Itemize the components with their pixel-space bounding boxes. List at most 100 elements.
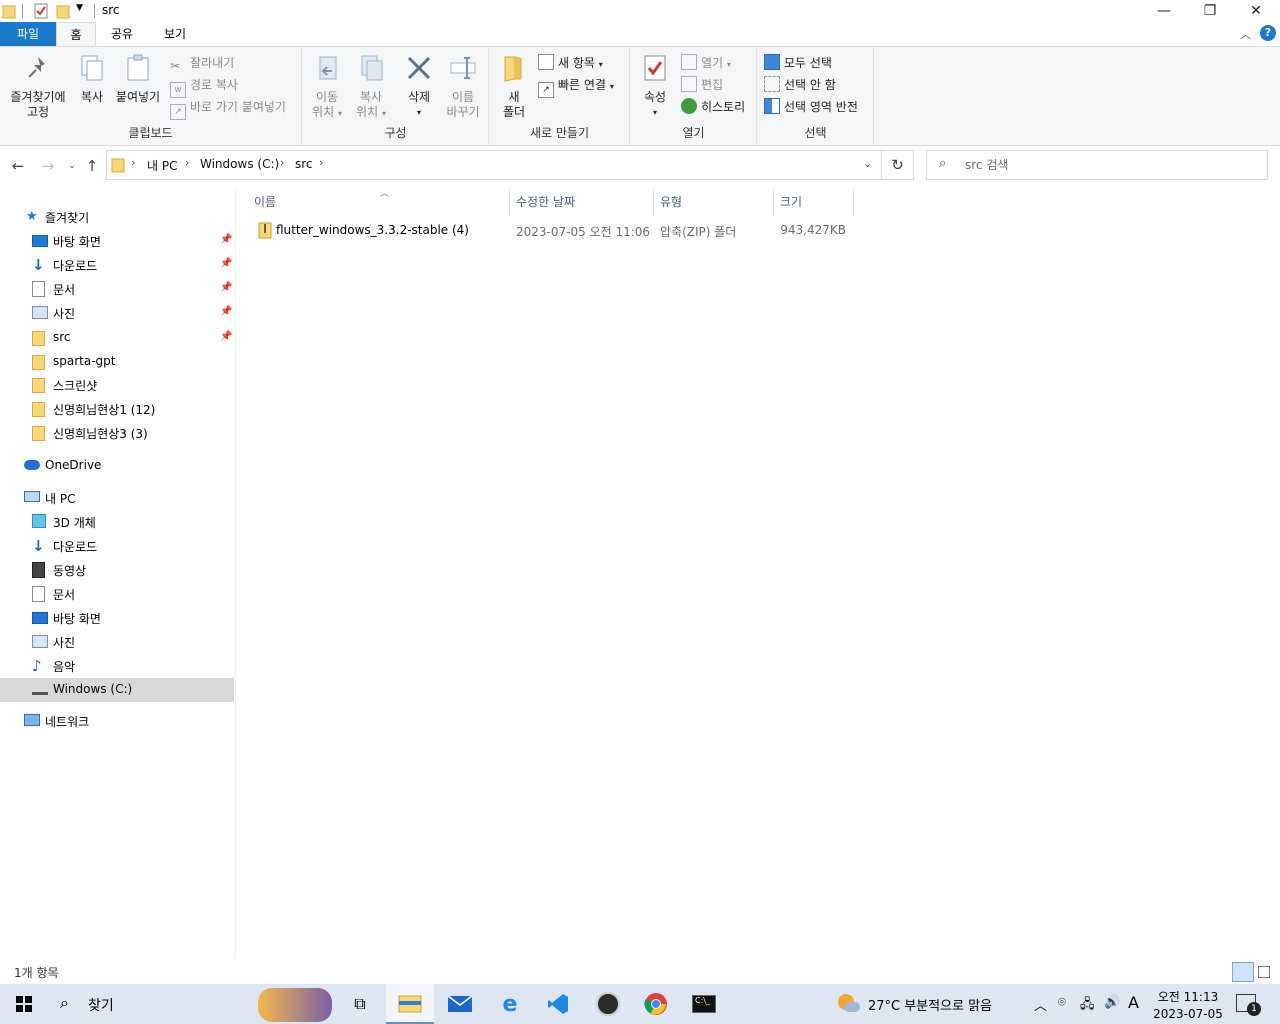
column-header-size[interactable]: 크기 [774,190,854,216]
properties-button[interactable]: 속성 ▾ [637,53,673,120]
ime-indicator[interactable]: A [1128,993,1139,1012]
ribbon-collapse-icon[interactable]: ︿ [1240,26,1251,42]
nav.quick_items-item[interactable]: 사진 📌 [0,301,234,325]
start-button[interactable] [0,984,48,1024]
history-button[interactable]: 히스토리 [681,97,745,117]
nav.pc_items-item[interactable]: ↓ 다운로드 [0,534,234,558]
copy-to-button[interactable]: 복사 위치 ▾ [351,53,391,121]
taskbar-search-box[interactable]: ⌕ 찾기 [48,984,334,1024]
nav.quick_items-item[interactable]: sparta-gpt [0,350,234,374]
select-none-button[interactable]: 선택 안 함 [764,75,836,95]
breadcrumb-separator-icon[interactable]: › [131,156,135,169]
network-status-icon[interactable]: 🖧 [1080,995,1095,1017]
breadcrumb-separator-icon[interactable]: › [319,156,323,169]
tab-home[interactable]: 홈 [56,22,96,46]
maximize-button[interactable]: ❐ [1187,0,1233,22]
nav.pc_items-item[interactable]: Windows (C:) [0,678,234,702]
taskbar-edge[interactable]: e [486,984,534,1024]
refresh-button[interactable]: ↻ [882,150,914,180]
tab-file[interactable]: 파일 [0,22,56,46]
cut-button[interactable]: ✂ 잘라내기 [170,53,234,73]
nav.pc_items-item[interactable]: 동영상 [0,558,234,582]
new-folder-icon[interactable] [56,3,70,19]
weather-icon[interactable] [836,992,860,1016]
tab-view[interactable]: 보기 [150,22,200,46]
paste-shortcut-button[interactable]: ↗ 바로 가기 붙여넣기 [170,97,286,120]
nav.quick_items-item[interactable]: ↓ 다운로드 📌 [0,253,234,277]
help-icon[interactable]: ? [1260,25,1276,41]
taskbar-vscode[interactable] [534,984,582,1024]
nav.quick_items-item[interactable]: 바탕 화면 📌 [0,229,234,253]
forward-button[interactable]: → [38,156,58,176]
volume-icon[interactable]: 🔊 [1104,995,1120,1010]
search-box[interactable]: ⌕ [926,150,1268,180]
taskbar-mail[interactable] [436,984,484,1024]
edit-button[interactable]: 편집 [681,75,723,95]
minimize-button[interactable]: — [1141,0,1187,22]
nav.pc_items-item[interactable]: 문서 [0,582,234,606]
copy-button[interactable]: 복사 [74,53,110,105]
close-button[interactable]: ✕ [1233,0,1279,22]
move-to-button[interactable]: 이동 위치 ▾ [307,53,347,121]
large-icons-view-icon[interactable] [1258,966,1270,978]
tab-share[interactable]: 공유 [100,22,144,46]
nav.pc_items-item[interactable]: 바탕 화면 [0,606,234,630]
nav.quick_items-item[interactable]: 신명희님현상1 (12) [0,397,234,421]
clock[interactable]: 오전 11:13 2023-07-05 [1150,986,1226,1022]
nav-this-pc[interactable]: 내 PC [0,486,234,510]
nav.quick_items-item[interactable]: 신명희님현상3 (3) [0,421,234,445]
nav.pc_items-item[interactable]: 3D 개체 [0,510,234,534]
recent-locations-button[interactable]: ⌄ [62,156,82,176]
up-button[interactable]: ↑ [82,156,102,176]
rename-button[interactable]: 이름 바꾸기 [441,53,485,120]
properties-dropdown-icon[interactable]: ▾ [637,105,673,120]
column-header-name[interactable]: 이름 ︿ [248,189,510,216]
weather-text[interactable]: 27°C 부분적으로 맑음 [868,995,992,1014]
new-folder-button[interactable]: 새 폴더 [496,53,532,120]
copy-path-button[interactable]: W 경로 복사 [170,75,238,98]
meet-now-icon[interactable]: ⌾ [1058,995,1066,1010]
taskbar-chrome[interactable] [632,984,680,1024]
nav.quick_items-item[interactable]: 스크린샷 [0,373,234,397]
nav.quick_items-item[interactable]: 문서 📌 [0,277,234,301]
nav-onedrive[interactable]: OneDrive [0,454,234,478]
easy-access-button[interactable]: ↗ 빠른 연결 ▾ [538,75,614,98]
delete-dropdown-icon[interactable]: ▾ [399,105,439,120]
copy-to-label-1: 복사 [359,90,383,104]
search-input[interactable] [965,156,1255,174]
breadcrumb-src[interactable]: src [295,157,313,171]
table-row[interactable]: flutter_windows_3.3.2-stable (4) 2023-07… [248,218,854,242]
back-button[interactable]: ← [8,156,28,176]
paste-button[interactable]: 붙여넣기 [112,53,164,105]
notification-center-icon[interactable]: 1 [1236,994,1261,1016]
terminal-icon: C:\_ [692,995,716,1013]
delete-button[interactable]: 삭제 ▾ [399,53,439,120]
quick-access-dropdown-icon[interactable]: ▼ [76,3,83,13]
task-view-button[interactable]: ⧉ [336,984,384,1024]
nav-quick-access[interactable]: ★ 즐겨찾기 [0,205,234,229]
select-all-button[interactable]: 모두 선택 [764,53,832,73]
nav.quick_items-item[interactable]: src 📌 [0,326,234,350]
nav.pc_items-item[interactable]: 사진 [0,630,234,654]
new-item-button[interactable]: 새 항목 ▾ [538,53,603,73]
breadcrumb-separator-icon[interactable]: › [185,156,189,169]
column-header-modified[interactable]: 수정한 날짜 [510,190,654,216]
address-bar[interactable]: › 내 PC › Windows (C:) › src › ⌄ [106,150,882,180]
properties-icon[interactable] [33,3,49,19]
open-button[interactable]: 열기 ▾ [681,53,731,73]
pin-to-quick-access-button[interactable]: 즐겨찾기에 고정 [4,53,72,120]
address-dropdown-icon[interactable]: ⌄ [863,157,872,170]
breadcrumb-drive[interactable]: Windows (C:) [200,157,279,171]
nav-label: 네트워크 [45,715,90,729]
taskbar-terminal[interactable]: C:\_ [680,984,728,1024]
nav-network[interactable]: 네트워크 [0,709,234,733]
taskbar-file-explorer[interactable] [386,984,434,1024]
details-view-icon[interactable] [1232,962,1254,982]
nav.pc_items-item[interactable]: ♪ 음악 [0,654,234,678]
show-hidden-icons-icon[interactable]: ︿ [1034,995,1047,1014]
breadcrumb-this-pc[interactable]: 내 PC [147,157,177,174]
taskbar-app[interactable] [584,984,632,1024]
invert-selection-button[interactable]: 선택 영역 반전 [764,97,858,117]
column-header-type[interactable]: 유형 [654,190,774,216]
breadcrumb-separator-icon[interactable]: › [280,156,284,169]
